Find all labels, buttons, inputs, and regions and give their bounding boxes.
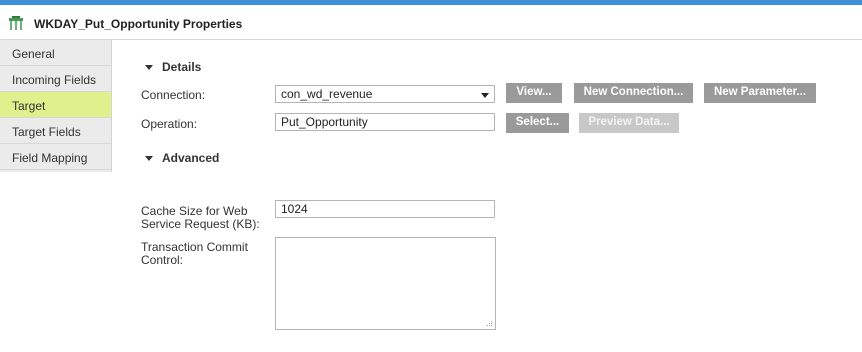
transaction-commit-label-line2: Control: [141, 253, 184, 267]
sidebar: General Incoming Fields Target Target Fi… [0, 40, 112, 172]
sidebar-item-target[interactable]: Target [0, 92, 111, 118]
triangle-down-icon [145, 65, 153, 70]
details-section-toggle[interactable]: Details [145, 60, 201, 74]
page-title: WKDAY_Put_Opportunity Properties [34, 17, 243, 31]
transaction-commit-textarea[interactable] [275, 237, 496, 330]
details-heading: Details [162, 60, 202, 74]
chevron-down-icon [481, 93, 489, 98]
advanced-section-toggle[interactable]: Advanced [145, 151, 219, 165]
sidebar-item-field-mapping[interactable]: Field Mapping [0, 144, 111, 170]
sidebar-item-target-fields[interactable]: Target Fields [0, 118, 111, 144]
connection-value: con_wd_revenue [281, 87, 373, 101]
connection-label: Connection: [141, 88, 206, 102]
advanced-heading: Advanced [162, 151, 220, 165]
target-table-icon [9, 16, 23, 30]
cache-size-label-line2: Service Request (KB): [141, 217, 260, 231]
operation-label: Operation: [141, 117, 198, 131]
preview-data-button: Preview Data... [579, 113, 679, 133]
view-button[interactable]: View... [506, 83, 562, 103]
sidebar-item-incoming-fields[interactable]: Incoming Fields [0, 66, 111, 92]
triangle-down-icon [145, 156, 153, 161]
new-connection-button[interactable]: New Connection... [574, 83, 693, 103]
sidebar-item-general[interactable]: General [0, 40, 111, 66]
properties-header: WKDAY_Put_Opportunity Properties [0, 5, 862, 40]
select-button[interactable]: Select... [506, 113, 569, 133]
operation-field[interactable]: Put_Opportunity [275, 113, 495, 131]
resize-grip-icon[interactable] [486, 320, 493, 327]
connection-select[interactable]: con_wd_revenue [275, 85, 495, 103]
new-parameter-button[interactable]: New Parameter... [704, 83, 816, 103]
cache-size-input[interactable]: 1024 [275, 200, 495, 218]
